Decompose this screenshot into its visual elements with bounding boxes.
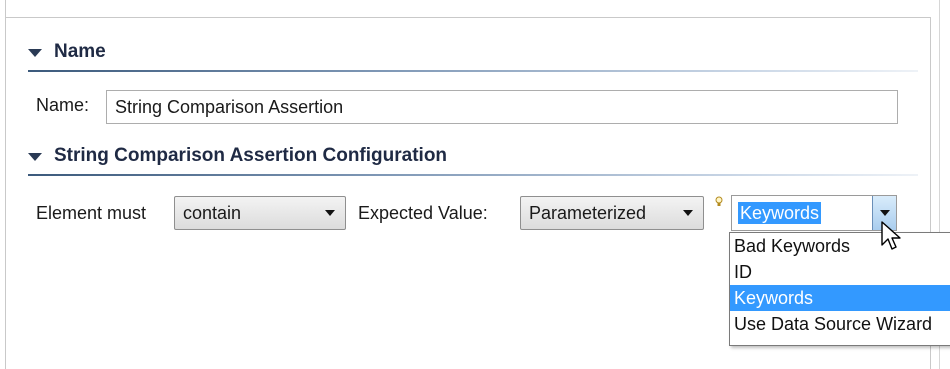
expected-value-label: Expected Value: [358, 203, 488, 223]
dropdown-option[interactable]: ID [730, 259, 950, 285]
name-label: Name: [36, 95, 90, 115]
panel-border-top [5, 17, 931, 18]
expected-value-mode: Parameterized [529, 202, 647, 223]
parameter-combo-value[interactable]: Keywords [738, 202, 822, 224]
section-header-configuration[interactable]: String Comparison Assertion Configuratio… [28, 144, 447, 168]
section-header-name[interactable]: Name [28, 40, 106, 64]
chevron-down-icon[interactable] [325, 210, 335, 216]
dropdown-option[interactable]: Use Data Source Wizard [730, 311, 950, 337]
panel-border-left [5, 0, 6, 369]
dropdown-option-selected[interactable]: Keywords [730, 285, 950, 311]
dropdown-option[interactable]: Bad Keywords [730, 233, 950, 259]
triangle-down-icon[interactable] [28, 153, 42, 161]
triangle-down-icon[interactable] [28, 49, 42, 57]
element-must-select[interactable]: contain [174, 196, 346, 230]
chevron-down-icon [880, 210, 890, 216]
section-divider [28, 174, 918, 176]
parameter-combo[interactable]: Keywords [731, 195, 897, 231]
lightbulb-icon [715, 196, 723, 206]
element-must-value: contain [183, 202, 242, 223]
section-divider [28, 70, 918, 72]
parameter-dropdown-list[interactable]: Bad Keywords ID Keywords Use Data Source… [729, 232, 950, 346]
name-field-value: String Comparison Assertion [115, 96, 344, 117]
section-title: Name [54, 41, 106, 62]
section-title: String Comparison Assertion Configuratio… [54, 145, 448, 166]
chevron-down-icon[interactable] [683, 210, 693, 216]
name-field[interactable]: String Comparison Assertion [106, 90, 898, 124]
expected-value-mode-select[interactable]: Parameterized [520, 196, 704, 230]
mouse-pointer-icon [881, 221, 901, 250]
element-must-label: Element must [36, 203, 147, 223]
